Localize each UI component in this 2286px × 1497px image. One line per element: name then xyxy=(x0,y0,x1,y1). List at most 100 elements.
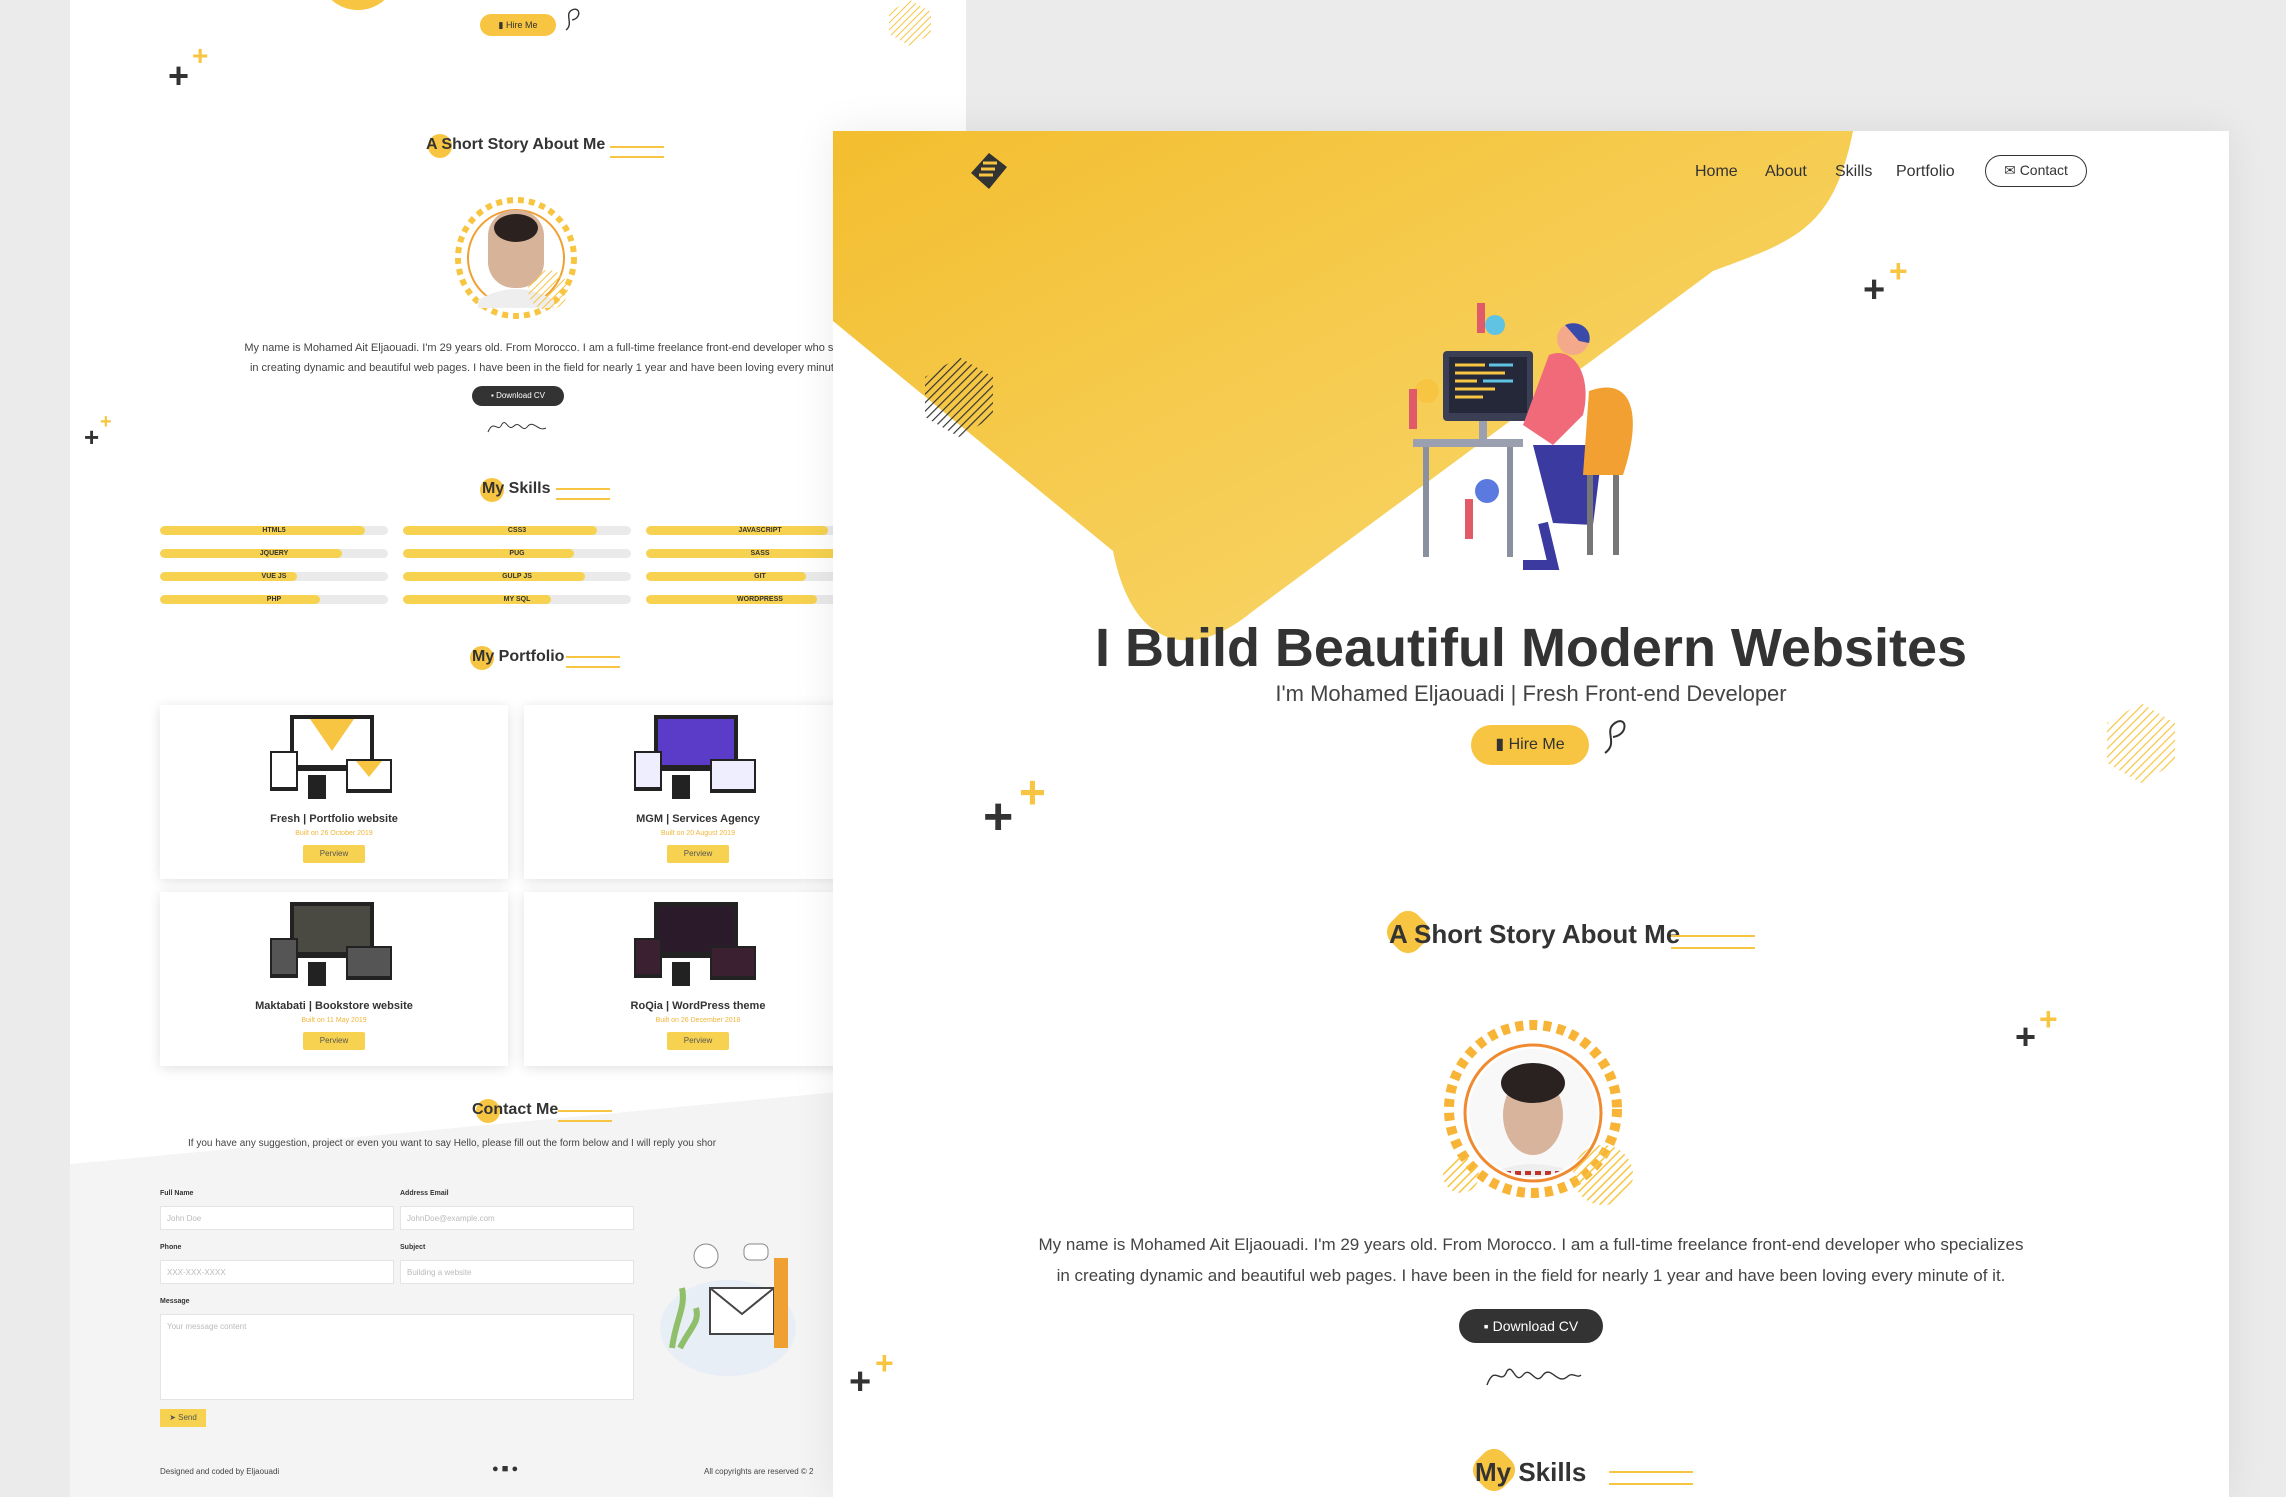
envelope-icon: ✉ xyxy=(2004,162,2020,178)
device-mockup-image xyxy=(634,902,756,986)
project-title: MGM | Services Agency xyxy=(636,813,760,825)
footer-social-icons: ● ■ ● xyxy=(492,1463,518,1475)
preview-button[interactable]: Perview xyxy=(303,845,365,863)
contact-illustration xyxy=(660,1243,796,1376)
plus-decoration-icon: + xyxy=(1863,269,1886,311)
download-cv-button[interactable]: ▪ Download CV xyxy=(1459,1309,1603,1343)
github-icon[interactable]: ● xyxy=(511,1463,518,1475)
skills-title: My Skills xyxy=(1475,1457,1587,1487)
skill-bar: PUG xyxy=(403,549,631,558)
hire-me-button-small[interactable]: ▮ Hire Me xyxy=(480,14,556,36)
about-title: A Short Story About Me xyxy=(426,136,606,153)
device-mockup-image xyxy=(634,715,756,799)
hexagon-pattern-icon xyxy=(889,0,931,46)
plus-decoration-icon: + xyxy=(1889,253,1908,289)
plus-decoration-icon: + xyxy=(2015,1016,2037,1057)
signature-image xyxy=(487,422,547,433)
paper-plane-icon: ➤ xyxy=(169,1413,179,1422)
email-input[interactable]: JohnDoe@example.com xyxy=(400,1206,634,1230)
contact-button[interactable]: ✉ Contact xyxy=(1985,155,2087,187)
portfolio-card[interactable]: RoQia | WordPress theme Built on 26 Dece… xyxy=(524,892,872,1066)
hire-me-button[interactable]: ▮ Hire Me xyxy=(1471,725,1589,765)
briefcase-icon: ▮ xyxy=(498,20,506,30)
skill-label: GULP JS xyxy=(502,573,532,580)
project-date: Built on 11 May 2019 xyxy=(301,1017,367,1024)
plus-decoration-icon: + xyxy=(849,1361,872,1403)
title-underline xyxy=(1609,1471,1693,1485)
nav-portfolio[interactable]: Portfolio xyxy=(1896,163,1955,181)
project-title: Fresh | Portfolio website xyxy=(270,813,398,825)
hexagon-stripes-icon xyxy=(2107,703,2175,783)
skill-bar: HTML5 xyxy=(160,526,388,535)
subject-input[interactable]: Building a website xyxy=(400,1260,634,1284)
subject-label: Subject xyxy=(400,1244,426,1251)
linkedin-icon[interactable]: ■ xyxy=(502,1463,509,1475)
nav-about[interactable]: About xyxy=(1765,163,1807,181)
name-label: Full Name xyxy=(160,1190,194,1197)
skill-label: PHP xyxy=(266,596,282,603)
title-underline xyxy=(1671,935,1755,949)
nav-home[interactable]: Home xyxy=(1695,163,1738,181)
project-date: Built on 26 December 2018 xyxy=(655,1017,741,1024)
skill-label: PUG xyxy=(509,550,525,557)
plus-decoration-icon: + xyxy=(84,422,100,452)
contact-title: Contact Me xyxy=(472,1101,559,1118)
about-text: My name is Mohamed Ait Eljaouadi. I'm 29… xyxy=(244,342,846,374)
plus-decoration-icon: + xyxy=(2039,1001,2058,1037)
title-underline xyxy=(610,146,664,158)
skill-label: CSS3 xyxy=(507,527,527,534)
about-text: My name is Mohamed Ait Eljaouadi. I'm 29… xyxy=(1038,1235,2024,1285)
squiggle-icon xyxy=(1604,720,1626,754)
message-textarea[interactable]: Your message content xyxy=(160,1314,634,1400)
title-underline xyxy=(566,656,620,668)
phone-label: Phone xyxy=(160,1244,182,1251)
hero-blob-partial xyxy=(318,0,398,10)
email-label: Address Email xyxy=(400,1190,449,1197)
file-icon: ▪ xyxy=(1483,1318,1493,1334)
hexagon-stripes-icon xyxy=(925,357,993,437)
developer-illustration xyxy=(1409,303,1633,570)
name-input[interactable]: John Doe xyxy=(160,1206,394,1230)
message-label: Message xyxy=(160,1298,190,1305)
device-mockup-image xyxy=(270,902,392,986)
plus-decoration-icon: + xyxy=(983,788,1014,846)
plus-decoration-icon: + xyxy=(1019,766,1046,818)
background-page-preview: ▮ Hire Me + + A Short Story About Me My … xyxy=(70,0,966,1497)
squiggle-icon xyxy=(565,8,580,31)
project-title: RoQia | WordPress theme xyxy=(630,1000,766,1012)
skills-title: My Skills xyxy=(482,480,551,497)
skill-label: JQUERY xyxy=(259,550,289,557)
facebook-icon[interactable]: ● xyxy=(492,1463,499,1475)
download-cv-button-small[interactable]: ▪ Download CV xyxy=(472,386,564,406)
profile-photo xyxy=(1443,1020,1633,1205)
device-mockup-image xyxy=(270,715,392,799)
project-title: Maktabati | Bookstore website xyxy=(255,1000,413,1012)
skill-bar: JQUERY xyxy=(160,549,388,558)
briefcase-icon: ▮ xyxy=(1495,736,1509,753)
skill-bar: PHP xyxy=(160,595,388,604)
preview-button[interactable]: Perview xyxy=(667,845,729,863)
skill-bar: VUE JS xyxy=(160,572,388,581)
nav-skills[interactable]: Skills xyxy=(1835,163,1872,181)
portfolio-title: My Portfolio xyxy=(472,648,565,665)
logo-icon[interactable] xyxy=(969,149,1011,193)
portfolio-card[interactable]: Fresh | Portfolio website Built on 26 Oc… xyxy=(160,705,508,879)
project-date: Built on 26 October 2019 xyxy=(295,830,373,837)
portfolio-card[interactable]: MGM | Services Agency Built on 20 August… xyxy=(524,705,872,879)
signature-image xyxy=(1486,1368,1582,1386)
preview-button[interactable]: Perview xyxy=(667,1032,729,1050)
skill-bar: MY SQL xyxy=(403,595,631,604)
plus-decoration-icon: + xyxy=(100,411,112,433)
preview-button[interactable]: Perview xyxy=(303,1032,365,1050)
plus-decoration-icon: + xyxy=(192,40,209,71)
hero-subtitle: I'm Mohamed Eljaouadi | Fresh Front-end … xyxy=(1275,681,1787,706)
plus-decoration-icon: + xyxy=(168,55,190,96)
footer-copyright: All copyrights are reserved © 2 xyxy=(704,1467,814,1476)
send-button[interactable]: ➤ Send xyxy=(160,1409,206,1427)
project-date: Built on 20 August 2019 xyxy=(661,830,735,837)
footer-credit: Designed and coded by Eljaouadi xyxy=(160,1467,280,1476)
phone-input[interactable]: XXX-XXX-XXXX xyxy=(160,1260,394,1284)
skill-bar: CSS3 xyxy=(403,526,631,535)
portfolio-card[interactable]: Maktabati | Bookstore website Built on 1… xyxy=(160,892,508,1066)
profile-photo-ring xyxy=(455,197,577,319)
